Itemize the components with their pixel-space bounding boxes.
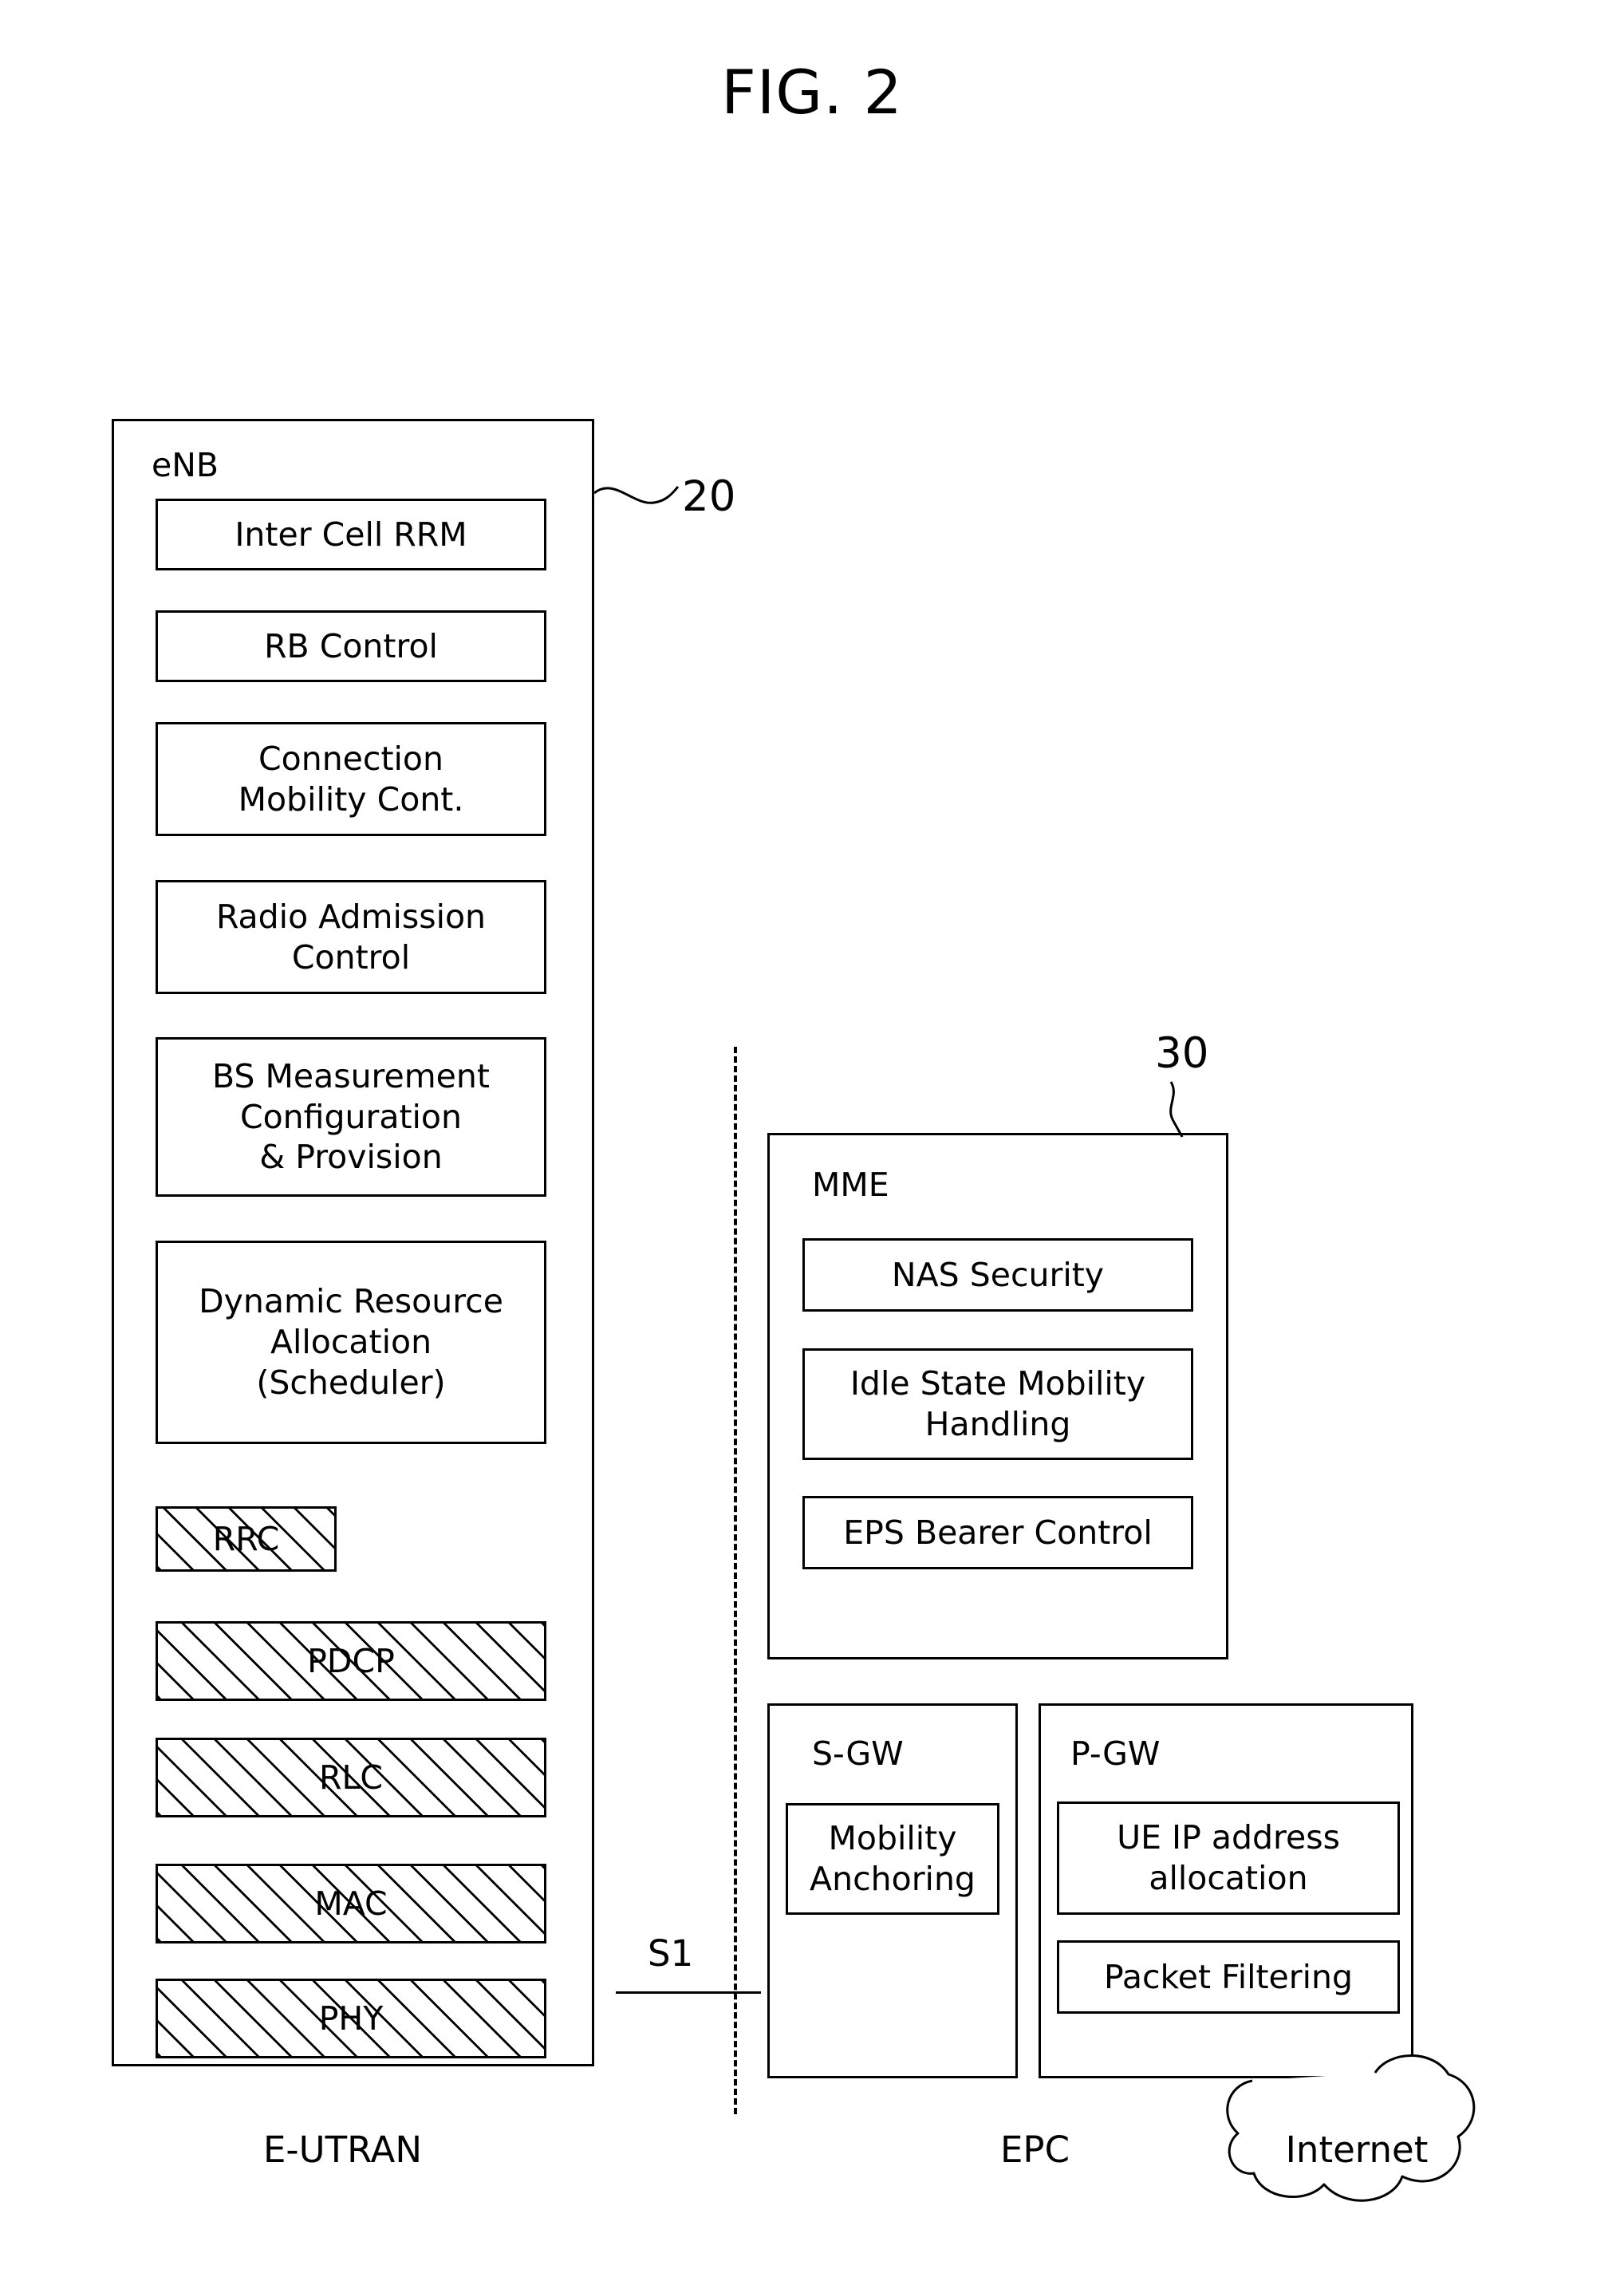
enb-function-label: Radio Admission Control: [215, 897, 487, 977]
mme-function-box: Idle State Mobility Handling: [802, 1348, 1193, 1460]
mme-function-box: NAS Security: [802, 1238, 1193, 1312]
enb-protocol-box: RLC: [156, 1738, 546, 1817]
pgw-function-box: Packet Filtering: [1057, 1940, 1400, 2014]
enb-protocol-label: PHY: [318, 1999, 384, 2038]
eutran-caption: E-UTRAN: [263, 2129, 422, 2171]
enb-function-label: BS Measurement Configuration & Provision: [212, 1056, 490, 1177]
reference-leader-30: [1158, 1079, 1206, 1143]
enb-function-box: Inter Cell RRM: [156, 499, 546, 570]
reference-number-20: 20: [682, 472, 736, 521]
enb-protocol-label: MAC: [314, 1884, 388, 1923]
enb-function-label: Inter Cell RRM: [235, 515, 467, 554]
sgw-function-label: Mobility Anchoring: [810, 1819, 976, 1898]
sgw-title: S-GW: [812, 1734, 904, 1773]
internet-label: Internet: [1285, 2129, 1429, 2171]
enb-protocol-label: PDCP: [307, 1641, 395, 1680]
enb-protocol-box: PHY: [156, 1979, 546, 2058]
s1-interface-line: [616, 1991, 761, 1994]
epc-caption: EPC: [1000, 2129, 1070, 2171]
mme-title: MME: [812, 1166, 889, 1204]
enb-function-box: Connection Mobility Cont.: [156, 722, 546, 836]
enb-function-label: Connection Mobility Cont.: [238, 739, 464, 819]
s1-interface-label: S1: [648, 1932, 694, 1975]
mme-function-label: NAS Security: [891, 1255, 1105, 1294]
enb-function-box: RB Control: [156, 610, 546, 682]
enb-title: eNB: [152, 446, 219, 484]
figure-title: FIG. 2: [721, 57, 903, 128]
eutran-epc-divider: [734, 1047, 737, 2114]
enb-protocol-box: PDCP: [156, 1621, 546, 1701]
enb-protocol-label: RRC: [212, 1519, 280, 1558]
mme-function-label: EPS Bearer Control: [843, 1513, 1153, 1552]
pgw-function-label: UE IP address allocation: [1117, 1818, 1340, 1897]
enb-protocol-label: RLC: [319, 1758, 383, 1797]
enb-function-box: BS Measurement Configuration & Provision: [156, 1037, 546, 1197]
pgw-function-label: Packet Filtering: [1103, 1957, 1354, 1996]
sgw-function-box: Mobility Anchoring: [786, 1803, 999, 1915]
mme-function-label: Idle State Mobility Handling: [849, 1364, 1146, 1443]
enb-protocol-box: MAC: [156, 1864, 546, 1943]
mme-function-box: EPS Bearer Control: [802, 1496, 1193, 1569]
enb-function-box: Radio Admission Control: [156, 880, 546, 994]
enb-function-label: Dynamic Resource Allocation (Scheduler): [199, 1282, 503, 1402]
enb-protocol-box: RRC: [156, 1506, 337, 1572]
reference-number-30: 30: [1155, 1029, 1209, 1078]
enb-function-label: RB Control: [264, 626, 438, 665]
enb-function-box: Dynamic Resource Allocation (Scheduler): [156, 1241, 546, 1444]
pgw-function-box: UE IP address allocation: [1057, 1801, 1400, 1915]
pgw-title: P-GW: [1070, 1734, 1161, 1773]
